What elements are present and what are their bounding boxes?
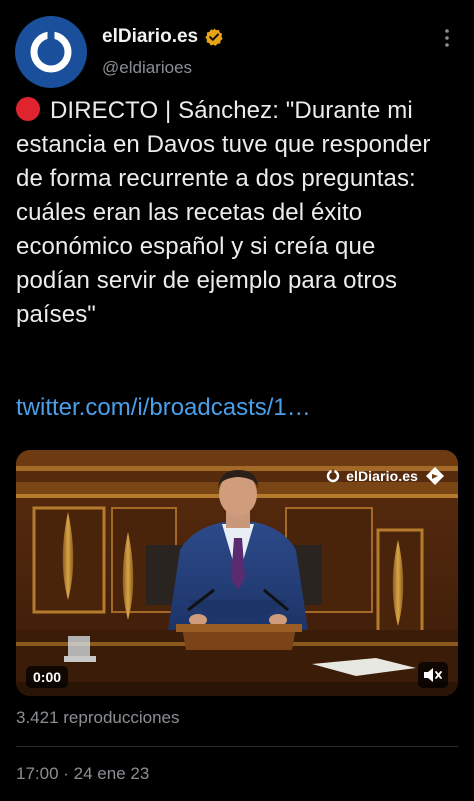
tweet-body: DIRECTO | Sánchez: "Durante mi estancia …: [16, 94, 456, 332]
mute-button[interactable]: [418, 662, 448, 688]
user-handle[interactable]: @eldiarioes: [102, 58, 192, 78]
tweet-text: DIRECTO | Sánchez: "Durante mi estancia …: [16, 97, 431, 328]
view-count: 3.421 reproducciones: [16, 708, 180, 727]
verified-badge-icon: [205, 28, 223, 46]
video-timecode: 0:00: [26, 666, 69, 688]
more-options-button[interactable]: [437, 26, 457, 50]
broadcast-link[interactable]: twitter.com/i/broadcasts/1…: [16, 391, 311, 425]
red-circle-icon: [16, 97, 40, 121]
divider: [16, 746, 458, 747]
tweet-header: elDiario.es @eldiarioes: [15, 16, 459, 88]
name-row: elDiario.es: [102, 26, 224, 48]
avatar[interactable]: [15, 16, 87, 88]
eldiario-logo-icon: [30, 30, 72, 73]
video-player[interactable]: elDiario.es 0:00: [16, 450, 458, 696]
watermark-text: elDiario.es: [346, 468, 418, 484]
eldiario-watermark-icon: [326, 469, 340, 483]
broadcast-badge-icon: [426, 467, 444, 485]
more-vertical-icon: [445, 29, 449, 47]
video-watermark: elDiario.es: [326, 465, 446, 487]
display-name[interactable]: elDiario.es: [102, 26, 198, 48]
tweet-timestamp[interactable]: 17:00 · 24 ene 23: [16, 764, 149, 784]
volume-muted-icon: [424, 668, 442, 682]
